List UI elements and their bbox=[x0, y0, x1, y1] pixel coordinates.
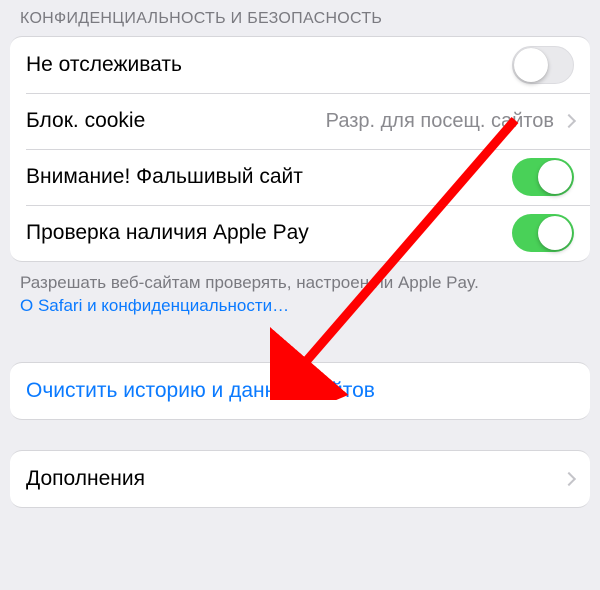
about-safari-privacy-link[interactable]: О Safari и конфиденциальности… bbox=[20, 296, 289, 315]
row-clear-history[interactable]: Очистить историю и данные сайтов bbox=[10, 363, 590, 419]
do-not-track-toggle[interactable] bbox=[512, 46, 574, 84]
block-cookie-label: Блок. cookie bbox=[26, 109, 326, 133]
row-do-not-track[interactable]: Не отслеживать bbox=[10, 37, 590, 93]
apple-pay-check-label: Проверка наличия Apple Pay bbox=[26, 221, 512, 245]
privacy-footer-note: Разрешать веб-сайтам проверять, настроен… bbox=[0, 262, 600, 318]
footer-text: Разрешать веб-сайтам проверять, настроен… bbox=[20, 273, 479, 292]
block-cookie-value: Разр. для посещ. сайтов bbox=[326, 110, 554, 133]
toggle-knob-icon bbox=[538, 216, 572, 250]
apple-pay-check-toggle[interactable] bbox=[512, 214, 574, 252]
privacy-group: Не отслеживать Блок. cookie Разр. для по… bbox=[10, 36, 590, 262]
row-extensions[interactable]: Дополнения bbox=[10, 451, 590, 507]
clear-history-button[interactable]: Очистить историю и данные сайтов bbox=[26, 379, 375, 403]
chevron-right-icon bbox=[562, 472, 576, 486]
do-not-track-label: Не отслеживать bbox=[26, 53, 512, 77]
clear-history-group: Очистить историю и данные сайтов bbox=[10, 362, 590, 420]
extensions-label: Дополнения bbox=[26, 467, 560, 491]
section-header-privacy: КОНФИДЕНЦИАЛЬНОСТЬ И БЕЗОПАСНОСТЬ bbox=[0, 0, 600, 36]
toggle-knob-icon bbox=[538, 160, 572, 194]
toggle-knob-icon bbox=[514, 48, 548, 82]
row-fraud-warning[interactable]: Внимание! Фальшивый сайт bbox=[10, 149, 590, 205]
extensions-group: Дополнения bbox=[10, 450, 590, 508]
fraud-warning-label: Внимание! Фальшивый сайт bbox=[26, 165, 512, 189]
row-apple-pay-check[interactable]: Проверка наличия Apple Pay bbox=[10, 205, 590, 261]
row-block-cookie[interactable]: Блок. cookie Разр. для посещ. сайтов bbox=[10, 93, 590, 149]
fraud-warning-toggle[interactable] bbox=[512, 158, 574, 196]
chevron-right-icon bbox=[562, 114, 576, 128]
